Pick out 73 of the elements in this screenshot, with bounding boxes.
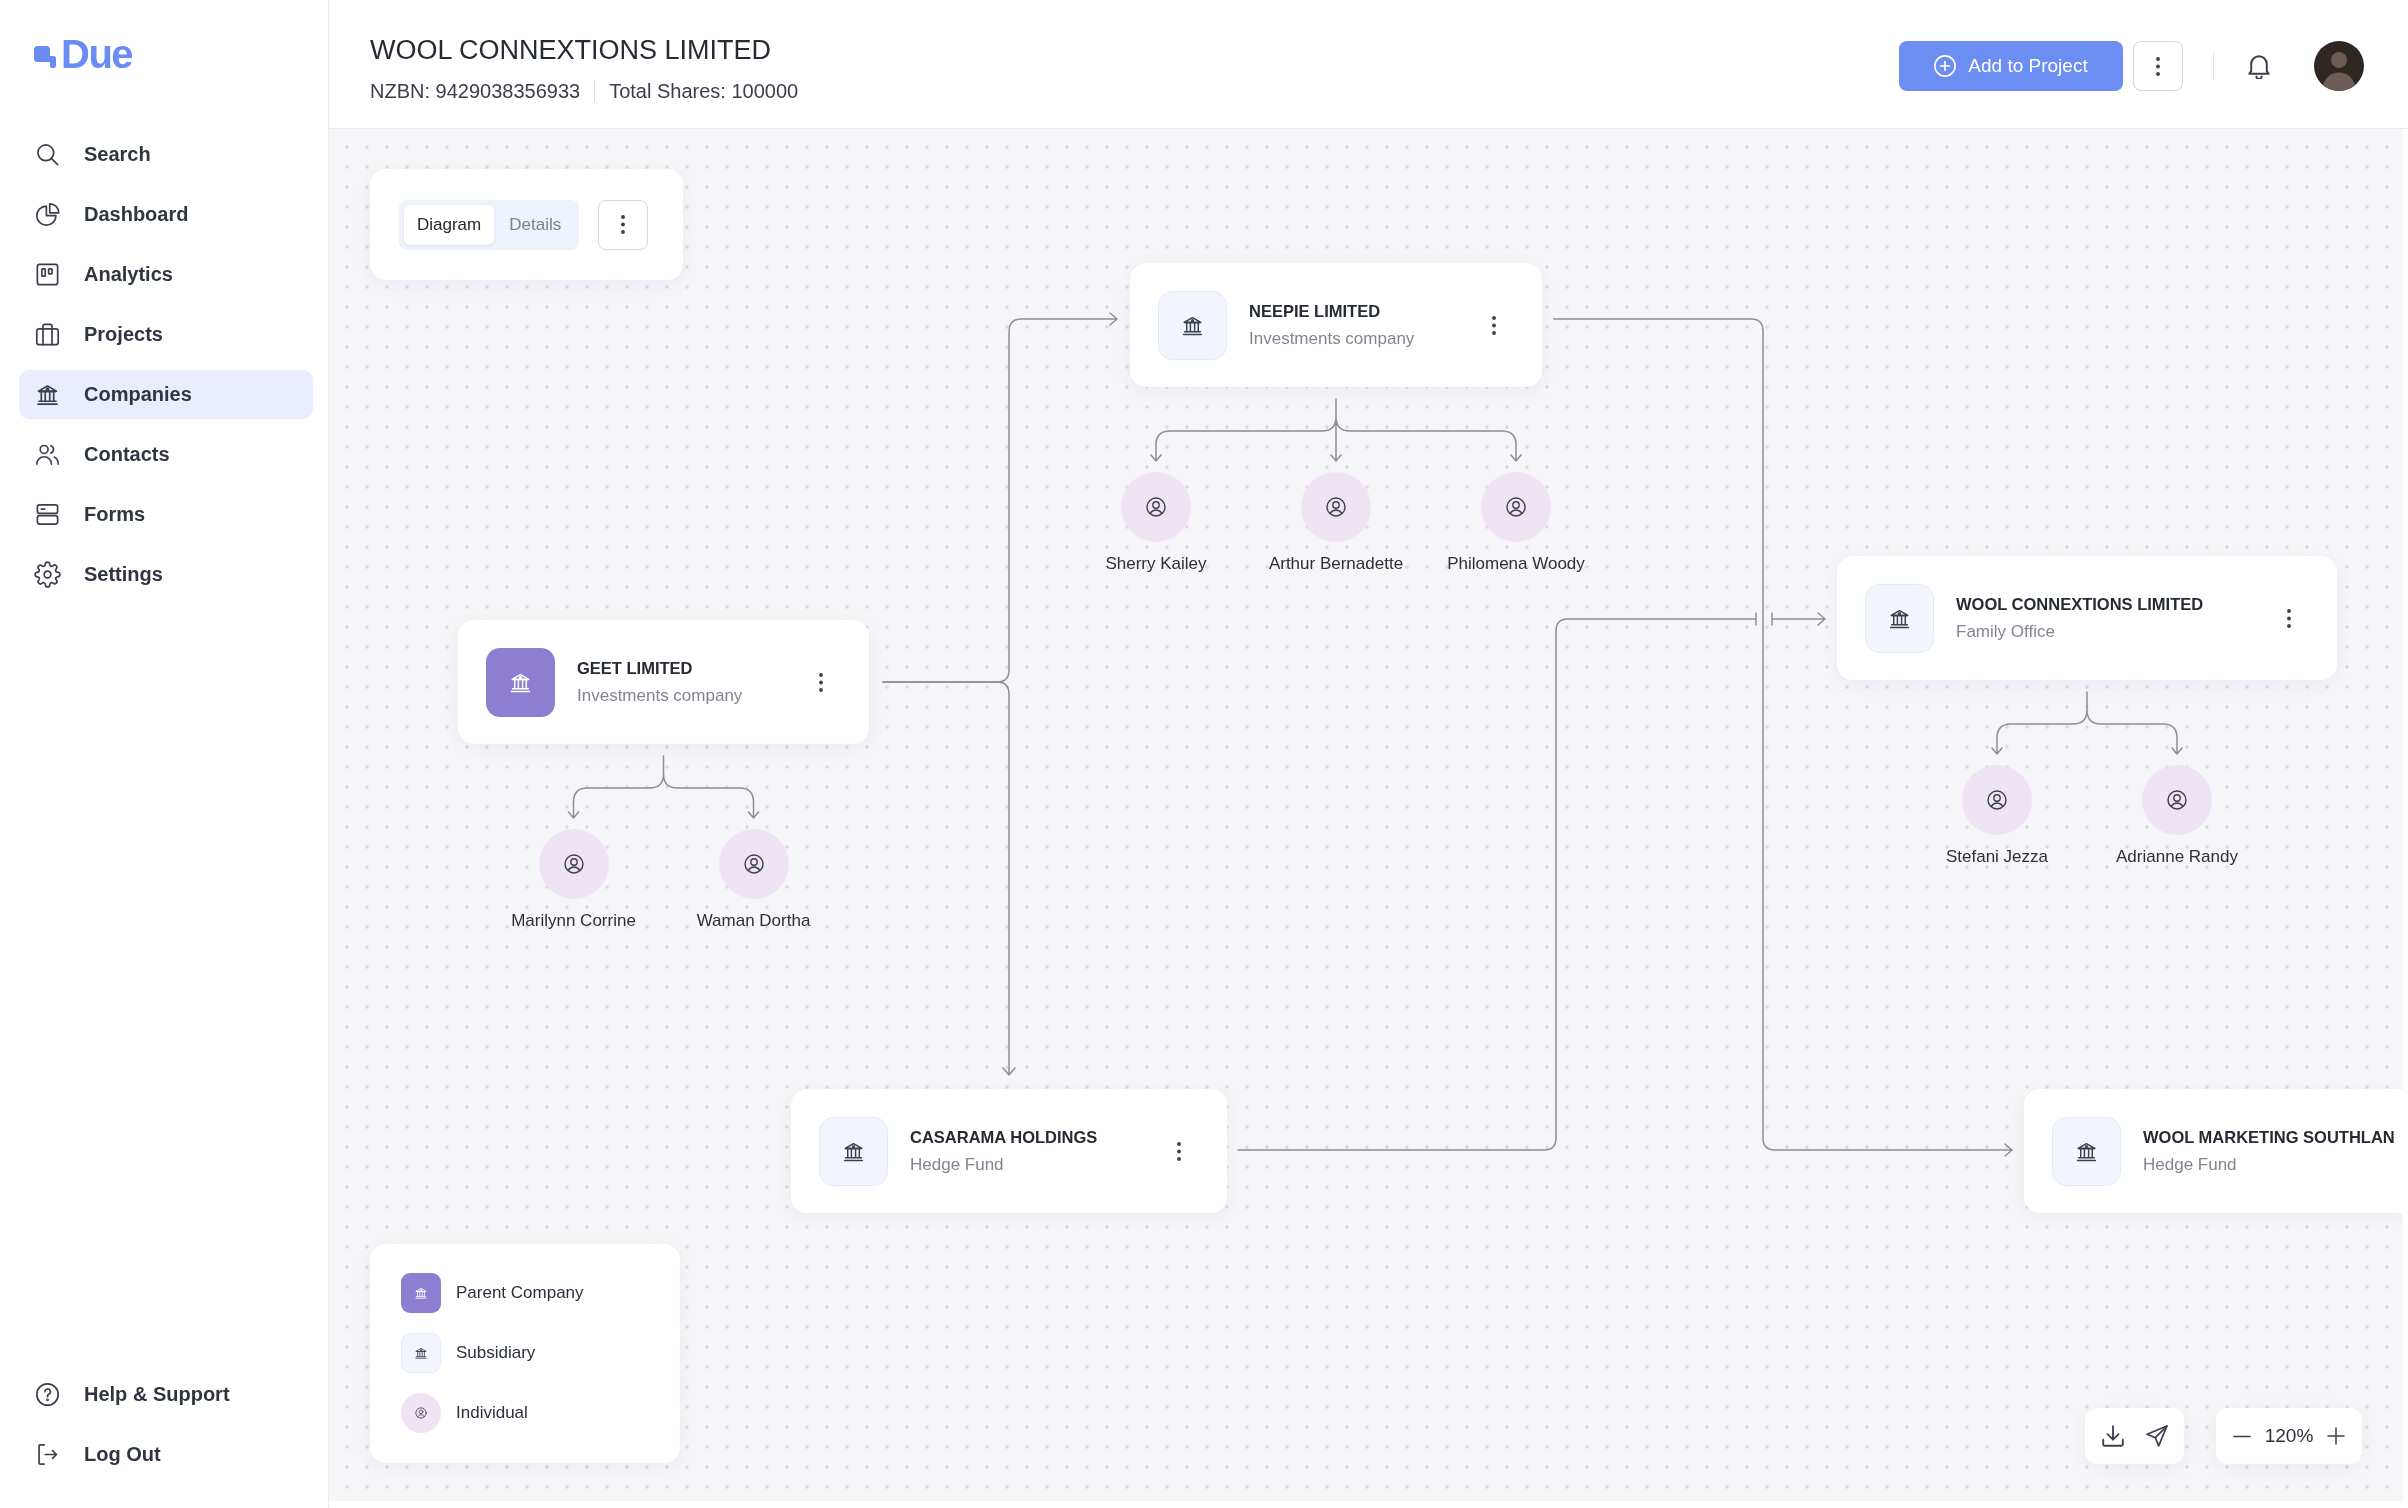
nav-item[interactable]: Help & Support (19, 1370, 313, 1419)
kebab-icon[interactable] (1177, 1141, 1181, 1161)
bank-building-icon (1158, 290, 1227, 360)
help-icon (34, 1381, 61, 1408)
pie-chart-icon (34, 201, 61, 228)
view-tab[interactable]: Details (496, 204, 575, 245)
person-icon (1121, 472, 1191, 542)
legend-label: Subsidiary (456, 1342, 536, 1364)
company-name: CASARAMA HOLDINGS (910, 1127, 1099, 1148)
person-icon (1481, 472, 1551, 542)
nav-item[interactable]: Log Out (19, 1430, 313, 1479)
company-type: Hedge Fund (2143, 1154, 2238, 1176)
person-icon (2142, 765, 2212, 835)
legend-label: Individual (456, 1402, 528, 1424)
kebab-icon[interactable] (2287, 608, 2291, 628)
nzbn-text: NZBN: 9429038356933 (370, 79, 581, 104)
avatar-icon[interactable] (2314, 41, 2364, 91)
bank-building-icon (401, 1333, 441, 1373)
company-name: WOOL MARKETING SOUTHLAN (2143, 1127, 2396, 1148)
company-name: WOOL CONNEXTIONS LIMITED (1956, 594, 2205, 615)
person-name: Philomena Woody (1447, 553, 1585, 575)
briefcase-icon (34, 321, 61, 348)
nav-item[interactable]: Forms (19, 490, 313, 539)
company-name: NEEPIE LIMITED (1249, 301, 1382, 322)
person-name: Sherry Kailey (1105, 553, 1207, 575)
nav-item[interactable]: Companies (19, 370, 313, 419)
company-type: Hedge Fund (910, 1154, 1005, 1176)
kebab-icon[interactable] (819, 672, 823, 692)
person-name: Waman Dortha (696, 910, 811, 932)
person-icon (1301, 472, 1371, 542)
total-shares-text: Total Shares: 100000 (609, 79, 799, 104)
bank-building-icon (2052, 1116, 2121, 1186)
plus-circle-icon (1934, 55, 1957, 77)
company-name: GEET LIMITED (577, 658, 694, 679)
company-type: Family Office (1956, 621, 2056, 643)
company-type: Investments company (1249, 328, 1416, 350)
kebab-icon (2156, 56, 2160, 76)
view-tab[interactable]: Diagram (404, 204, 495, 245)
gear-icon (34, 561, 61, 588)
plus-icon[interactable] (2327, 1427, 2345, 1445)
nav-item[interactable]: Projects (19, 310, 313, 359)
board-icon (34, 261, 61, 288)
person-name: Adrianne Randy (2116, 846, 2238, 868)
bank-building-icon (819, 1116, 888, 1186)
bank-building-icon (401, 1273, 441, 1313)
person-icon (1962, 765, 2032, 835)
bell-icon[interactable] (2247, 53, 2271, 79)
person-icon (401, 1393, 441, 1433)
nav-item[interactable]: Settings (19, 550, 313, 599)
nav-item[interactable]: Search (19, 130, 313, 179)
legend-label: Parent Company (456, 1282, 584, 1304)
person-name: Arthur Bernadette (1268, 553, 1404, 575)
minus-icon[interactable] (2233, 1434, 2251, 1438)
nav-item[interactable]: Dashboard (19, 190, 313, 239)
stacked-rows-icon (34, 501, 61, 528)
person-icon (718, 829, 789, 899)
person-name: Stefani Jezza (1945, 846, 2049, 868)
kebab-icon[interactable] (1492, 315, 1496, 335)
zoom-level: 120% (2264, 1424, 2314, 1448)
page-title: WOOL CONNEXTIONS LIMITED (370, 34, 773, 67)
nav-item[interactable]: Contacts (19, 430, 313, 479)
search-icon (34, 141, 61, 168)
logo-text: Due (61, 34, 133, 74)
paper-plane-icon[interactable] (2146, 1425, 2168, 1447)
person-icon (538, 829, 609, 899)
person-name: Marilynn Corrine (511, 910, 636, 932)
bank-building-icon (1865, 583, 1934, 653)
logo-icon (34, 46, 56, 68)
download-icon[interactable] (2102, 1425, 2124, 1447)
kebab-icon (621, 215, 626, 234)
nav-item[interactable]: Analytics (19, 250, 313, 299)
bank-building-icon (486, 647, 555, 717)
company-type: Investments company (577, 685, 744, 707)
